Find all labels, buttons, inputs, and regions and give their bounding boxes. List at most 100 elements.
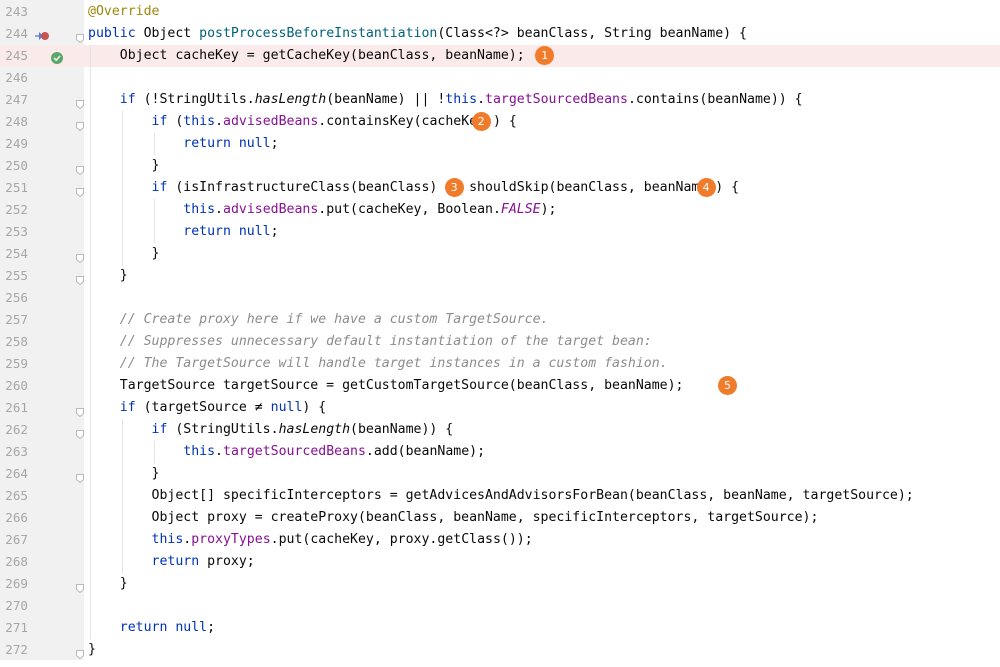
line-number[interactable]: 243 [0,1,28,23]
line-number[interactable]: 248 [0,111,28,133]
code-text[interactable]: } [88,243,160,265]
code-text[interactable]: } [88,155,160,177]
code-text[interactable]: @Override [88,1,159,23]
line-number[interactable]: 258 [0,331,28,353]
line-number[interactable]: 262 [0,419,28,441]
code-text[interactable]: Object proxy = createProxy(beanClass, be… [88,507,819,529]
code-line[interactable]: 251 if (isInfrastructureClass(beanClass)… [0,177,1000,199]
fold-marker-icon[interactable] [76,95,84,110]
fold-marker-icon[interactable] [76,29,84,44]
code-text[interactable]: // Suppresses unnecessary default instan… [88,331,652,353]
fold-marker-icon[interactable] [76,469,84,484]
code-line[interactable]: 268 return proxy; [0,551,1000,573]
code-text[interactable]: if (targetSource ≠ null) { [88,397,326,419]
code-text[interactable]: // Create proxy here if we have a custom… [88,309,549,331]
code-line[interactable]: 252 this.advisedBeans.put(cacheKey, Bool… [0,199,1000,221]
code-line[interactable]: 258 // Suppresses unnecessary default in… [0,331,1000,353]
code-line[interactable]: 263 this.targetSourcedBeans.add(beanName… [0,441,1000,463]
line-number[interactable]: 251 [0,177,28,199]
line-number[interactable]: 265 [0,485,28,507]
fold-marker-icon[interactable] [76,425,84,440]
line-number[interactable]: 257 [0,309,28,331]
code-line[interactable]: 269 } [0,573,1000,595]
code-line[interactable]: 243 @Override [0,1,1000,23]
line-number[interactable]: 264 [0,463,28,485]
code-line[interactable]: 249 return null; [0,133,1000,155]
fold-marker-icon[interactable] [76,645,84,660]
code-text[interactable]: } [88,463,160,485]
code-line[interactable]: 250 } [0,155,1000,177]
line-number[interactable]: 254 [0,243,28,265]
code-text[interactable]: if (!StringUtils.hasLength(beanName) || … [88,89,803,111]
fold-marker-icon[interactable] [76,183,84,198]
line-number[interactable]: 261 [0,397,28,419]
code-text[interactable]: this.targetSourcedBeans.add(beanName); [88,441,485,463]
fold-marker-icon[interactable] [76,579,84,594]
code-line[interactable]: 248 if (this.advisedBeans.containsKey(ca… [0,111,1000,133]
line-number[interactable]: 266 [0,507,28,529]
line-number[interactable]: 253 [0,221,28,243]
line-number[interactable]: 272 [0,639,28,661]
code-line[interactable]: 259 // The TargetSource will handle targ… [0,353,1000,375]
breakpoint-check-icon[interactable] [51,50,63,64]
code-line[interactable]: 264 } [0,463,1000,485]
line-number[interactable]: 267 [0,529,28,551]
line-number[interactable]: 271 [0,617,28,639]
code-text[interactable]: return null; [88,617,215,639]
code-line[interactable]: 260 TargetSource targetSource = getCusto… [0,375,1000,397]
code-text[interactable]: } [88,639,96,661]
fold-marker-icon[interactable] [76,161,84,176]
code-text[interactable]: if (isInfrastructureClass(beanClass) || … [88,177,740,199]
line-number[interactable]: 246 [0,67,28,89]
code-text[interactable]: public Object postProcessBeforeInstantia… [88,23,747,45]
line-number[interactable]: 269 [0,573,28,595]
code-text[interactable]: } [88,265,128,287]
line-number[interactable]: 250 [0,155,28,177]
code-text[interactable]: } [88,573,128,595]
code-text[interactable]: this.advisedBeans.put(cacheKey, Boolean.… [88,199,556,221]
code-text[interactable]: Object cacheKey = getCacheKey(beanClass,… [88,45,525,67]
code-line[interactable]: 271 return null; [0,617,1000,639]
line-number[interactable]: 252 [0,199,28,221]
code-line[interactable]: 257 // Create proxy here if we have a cu… [0,309,1000,331]
code-line[interactable]: 265 Object[] specificInterceptors = getA… [0,485,1000,507]
code-text[interactable]: return proxy; [88,551,255,573]
fold-marker-icon[interactable] [76,271,84,286]
code-line[interactable]: 270 [0,595,1000,617]
code-line[interactable]: 246 [0,67,1000,89]
code-text[interactable]: // The TargetSource will handle target i… [88,353,668,375]
line-number[interactable]: 245 [0,45,28,67]
code-line[interactable]: 262 if (StringUtils.hasLength(beanName))… [0,419,1000,441]
implements-gutter-icon[interactable] [35,28,49,40]
fold-marker-icon[interactable] [76,403,84,418]
code-line[interactable]: 247 if (!StringUtils.hasLength(beanName)… [0,89,1000,111]
line-number[interactable]: 249 [0,133,28,155]
code-text[interactable]: return null; [88,221,278,243]
line-number[interactable]: 255 [0,265,28,287]
code-line[interactable]: 256 [0,287,1000,309]
line-number[interactable]: 256 [0,287,28,309]
code-line[interactable]: 266 Object proxy = createProxy(beanClass… [0,507,1000,529]
line-number[interactable]: 263 [0,441,28,463]
line-number[interactable]: 268 [0,551,28,573]
code-text[interactable]: if (StringUtils.hasLength(beanName)) { [88,419,454,441]
code-text[interactable]: TargetSource targetSource = getCustomTar… [88,375,684,397]
code-line[interactable]: 261 if (targetSource ≠ null) { [0,397,1000,419]
code-text[interactable]: return null; [88,133,278,155]
code-line[interactable]: 244 public Object postProcessBeforeInstan… [0,23,1000,45]
line-number[interactable]: 270 [0,595,28,617]
code-line[interactable]: 272} [0,639,1000,661]
line-number[interactable]: 247 [0,89,28,111]
code-line[interactable]: 267 this.proxyTypes.put(cacheKey, proxy.… [0,529,1000,551]
code-line[interactable]: 245 Object cacheKey = getCacheKey(beanCl… [0,45,1000,67]
code-text[interactable]: this.proxyTypes.put(cacheKey, proxy.getC… [88,529,533,551]
fold-marker-icon[interactable] [76,117,84,132]
code-line[interactable]: 255 } [0,265,1000,287]
line-number[interactable]: 259 [0,353,28,375]
fold-marker-icon[interactable] [76,249,84,264]
code-line[interactable]: 254 } [0,243,1000,265]
line-number[interactable]: 260 [0,375,28,397]
code-text[interactable]: if (this.advisedBeans.containsKey(cacheK… [88,111,517,133]
line-number[interactable]: 244 [0,23,28,45]
code-text[interactable]: Object[] specificInterceptors = getAdvic… [88,485,914,507]
